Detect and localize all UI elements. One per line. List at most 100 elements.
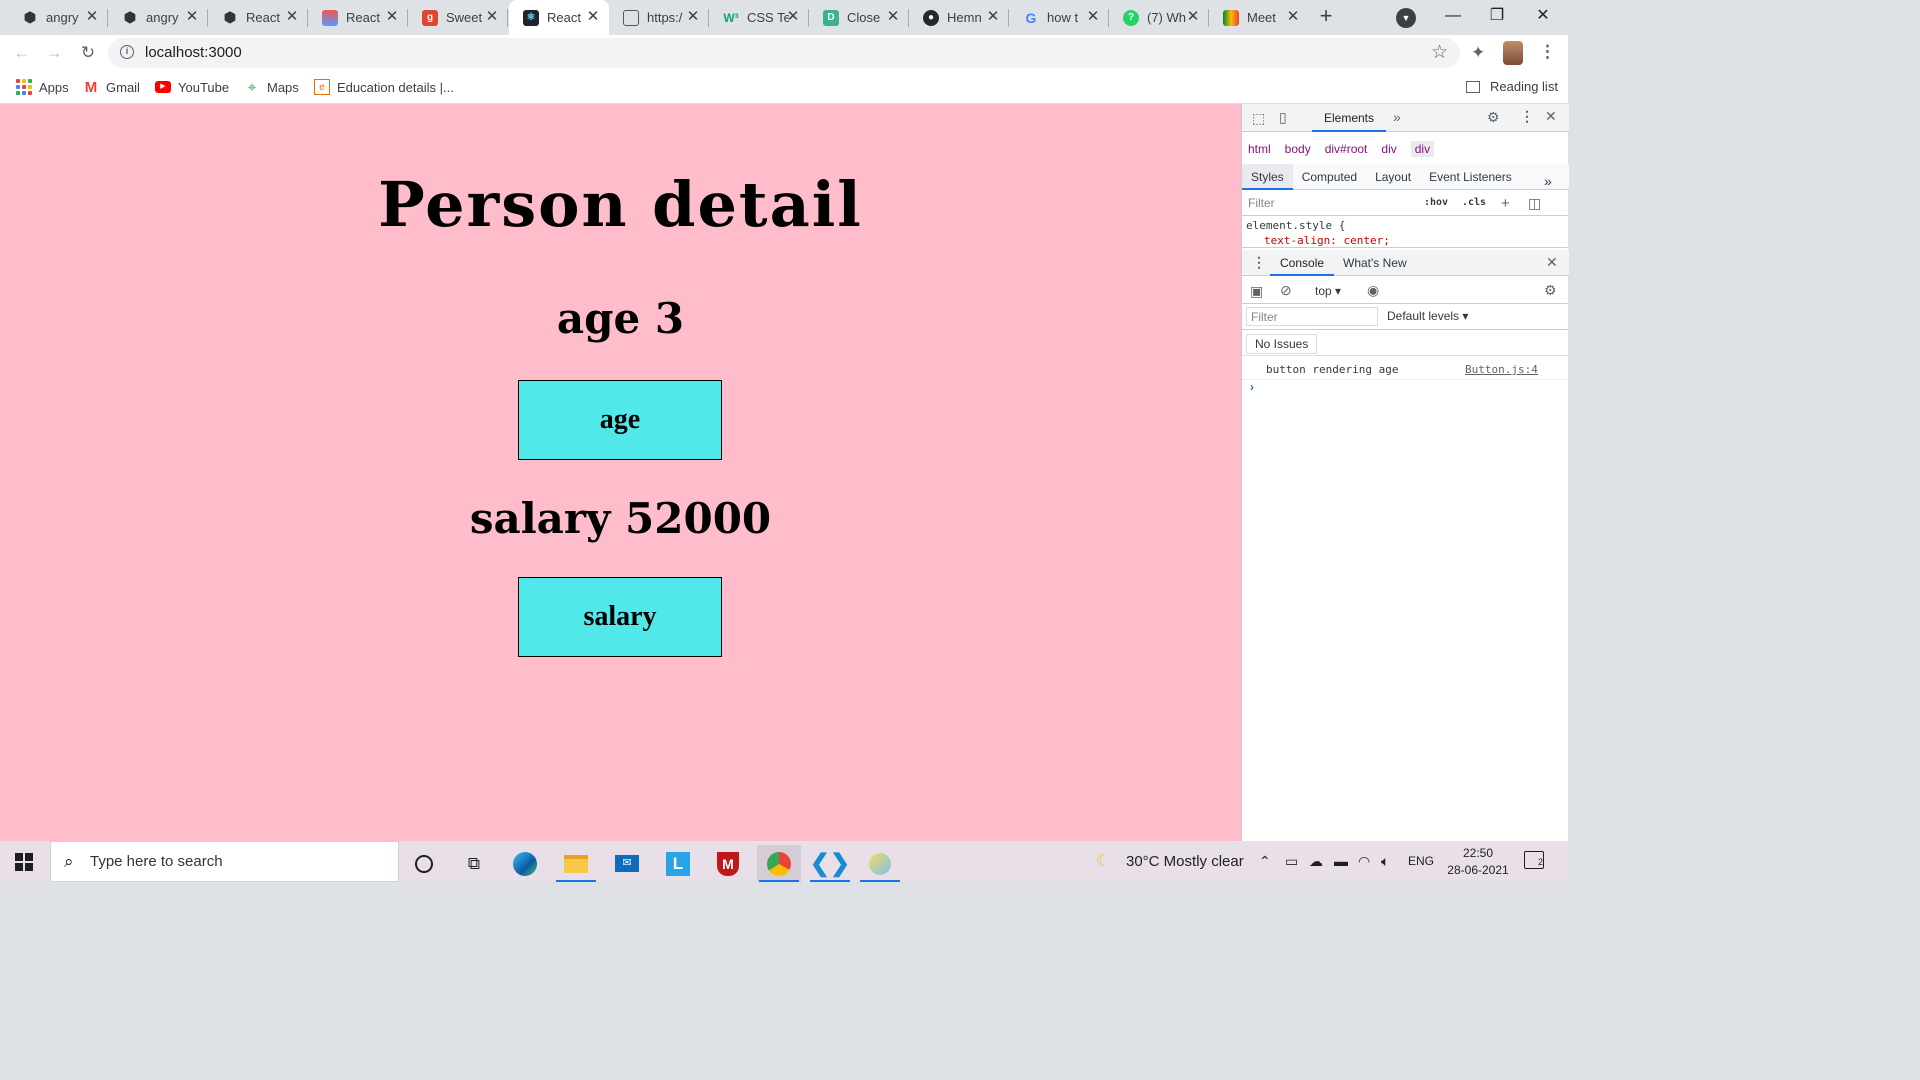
bookmark-star-icon[interactable]: ☆ (1431, 41, 1448, 64)
forward-icon[interactable]: → (40, 39, 68, 67)
clock[interactable]: 22:50 28-06-2021 (1446, 845, 1510, 879)
console-prompt[interactable]: › (1250, 380, 1254, 394)
context-selector[interactable]: top ▾ (1315, 284, 1341, 298)
settings-gear-icon[interactable]: ⚙ (1487, 109, 1500, 126)
l-app-icon[interactable]: L (656, 845, 700, 882)
url-text[interactable]: localhost:3000 (145, 44, 242, 61)
sidebar-toggle-icon[interactable]: ▣ (1250, 283, 1263, 300)
styles-filter-input[interactable]: Filter (1248, 196, 1275, 210)
paint-icon[interactable] (858, 845, 902, 882)
back-icon[interactable]: ← (8, 39, 36, 67)
more-subtabs-icon[interactable]: » (1535, 168, 1561, 194)
close-tab-icon[interactable]: ✕ (985, 9, 1001, 25)
task-view-icon[interactable]: ⧉ (452, 845, 496, 882)
breadcrumb-item[interactable]: div (1410, 141, 1435, 157)
close-tab-icon[interactable]: ✕ (785, 9, 801, 25)
close-tab-icon[interactable]: ✕ (84, 9, 100, 25)
browser-tab[interactable]: W³ CSS Te ✕ (709, 0, 809, 35)
browser-tab[interactable]: ⬢ React ✕ (208, 0, 308, 35)
battery-icon[interactable]: ▬ (1334, 853, 1348, 869)
breadcrumb-item[interactable]: body (1285, 142, 1311, 156)
hov-toggle[interactable]: :hov (1424, 197, 1448, 208)
menu-icon[interactable]: ⋮ (1539, 42, 1556, 62)
tab-computed[interactable]: Computed (1293, 164, 1366, 190)
volume-icon[interactable]: 🔈︎ (1381, 853, 1389, 870)
tab-layout[interactable]: Layout (1366, 164, 1420, 190)
salary-button[interactable]: salary (518, 577, 722, 657)
drawer-menu-icon[interactable]: ⋮ (1252, 254, 1266, 271)
onedrive-icon[interactable]: ☁ (1309, 853, 1323, 870)
weather-text[interactable]: 30°C Mostly clear (1126, 853, 1244, 870)
issues-button[interactable]: No Issues (1246, 334, 1318, 354)
close-tab-icon[interactable]: ✕ (685, 9, 701, 25)
notification-center-icon[interactable]: 2 (1524, 851, 1544, 869)
close-tab-icon[interactable]: ✕ (1185, 9, 1201, 25)
meet-now-icon[interactable]: ▭ (1285, 853, 1298, 870)
edge-icon[interactable] (503, 845, 547, 882)
browser-tab[interactable]: https:/ ✕ (609, 0, 709, 35)
tab-styles[interactable]: Styles (1242, 163, 1293, 190)
bookmark-apps[interactable]: Apps (16, 79, 69, 95)
log-levels-dropdown[interactable]: Default levels ▾ (1387, 309, 1468, 323)
tab-search-icon[interactable]: ▼ (1396, 8, 1416, 28)
browser-tab[interactable]: ● Hemn ✕ (909, 0, 1009, 35)
tab-console[interactable]: Console (1270, 250, 1335, 276)
weather-moon-icon[interactable]: ☾ (1096, 851, 1111, 871)
close-devtools-icon[interactable]: ✕ (1545, 108, 1557, 125)
language-indicator[interactable]: ENG (1408, 854, 1434, 868)
more-tabs-icon[interactable]: » (1393, 109, 1401, 125)
mcafee-icon[interactable]: M (706, 845, 750, 882)
wifi-icon[interactable]: ◠ (1358, 853, 1370, 870)
tab-event-listeners[interactable]: Event Listeners (1420, 164, 1521, 190)
new-tab-button[interactable]: + (1314, 5, 1338, 29)
console-settings-icon[interactable]: ⚙ (1544, 282, 1557, 299)
age-button[interactable]: age (518, 380, 722, 460)
taskbar-search[interactable]: ⌕ Type here to search (50, 841, 399, 882)
profile-avatar[interactable] (1503, 41, 1523, 65)
browser-tab[interactable]: g Sweet ✕ (408, 0, 508, 35)
tab-whats-new[interactable]: What's New (1343, 250, 1407, 276)
close-tab-icon[interactable]: ✕ (384, 9, 400, 25)
console-filter-input[interactable]: Filter (1246, 307, 1378, 326)
browser-tab[interactable]: ? (7) Wh ✕ (1109, 0, 1209, 35)
devtools-menu-icon[interactable]: ⋮ (1520, 108, 1534, 125)
close-tab-icon[interactable]: ✕ (484, 9, 500, 25)
close-tab-icon[interactable]: ✕ (184, 9, 200, 25)
mail-icon[interactable]: ✉ (605, 845, 649, 882)
browser-tab-active[interactable]: ⚛ React ✕ (509, 0, 609, 35)
breadcrumb-item[interactable]: html (1248, 142, 1271, 156)
close-window-button[interactable]: ✕ (1520, 0, 1566, 32)
bookmark-education[interactable]: e Education details |... (314, 79, 454, 95)
bookmark-gmail[interactable]: M Gmail (83, 79, 140, 96)
windows-start-icon[interactable] (15, 853, 33, 871)
browser-tab[interactable]: G how t ✕ (1009, 0, 1109, 35)
file-explorer-icon[interactable] (554, 845, 598, 882)
close-tab-icon[interactable]: ✕ (1285, 9, 1301, 25)
breadcrumb-item[interactable]: div (1381, 142, 1396, 156)
browser-tab[interactable]: Meet ✕ (1209, 0, 1309, 35)
address-bar[interactable]: i localhost:3000 ☆ (108, 38, 1460, 68)
chrome-icon[interactable] (757, 845, 801, 882)
show-hidden-icons-chevron-icon[interactable]: ⌃ (1259, 853, 1271, 870)
style-property[interactable]: text-align: center; (1246, 233, 1569, 247)
browser-tab[interactable]: ⬢ angry ✕ (8, 0, 108, 35)
reading-list[interactable]: Reading list (1466, 79, 1558, 94)
close-tab-icon[interactable]: ✕ (1085, 9, 1101, 25)
inspect-element-icon[interactable]: ⬚ (1252, 110, 1265, 127)
minimize-button[interactable]: — (1430, 0, 1476, 32)
extensions-icon[interactable]: ✦ (1471, 43, 1485, 63)
toggle-sidebar-icon[interactable]: ◫ (1528, 195, 1541, 212)
bookmark-maps[interactable]: ⌖ Maps (244, 79, 299, 96)
breadcrumb-item[interactable]: div#root (1325, 142, 1368, 156)
device-toolbar-icon[interactable]: ▯ (1279, 109, 1287, 126)
browser-tab[interactable]: React ✕ (308, 0, 408, 35)
tab-elements[interactable]: Elements (1312, 104, 1386, 132)
clear-console-icon[interactable]: ⊘ (1280, 282, 1292, 299)
new-style-rule-icon[interactable]: + (1501, 195, 1510, 212)
live-expression-eye-icon[interactable]: ◉ (1367, 282, 1379, 299)
cortana-icon[interactable] (402, 845, 446, 882)
site-info-icon[interactable]: i (120, 45, 134, 59)
browser-tab[interactable]: D Close ✕ (809, 0, 909, 35)
bookmark-youtube[interactable]: ▶ YouTube (155, 79, 229, 95)
close-tab-icon[interactable]: ✕ (585, 9, 601, 25)
